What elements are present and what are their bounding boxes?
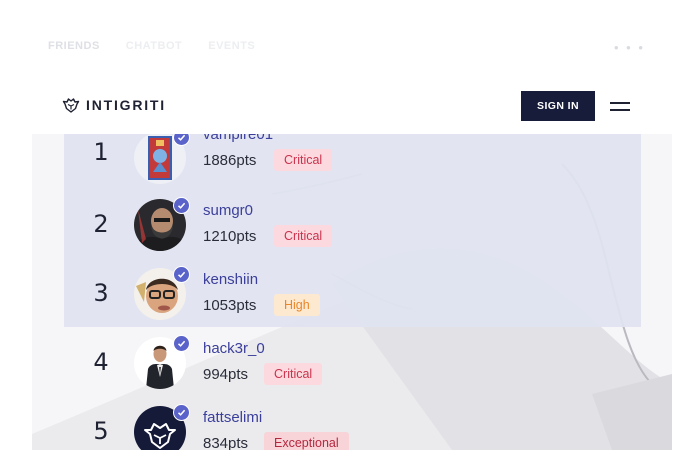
more-options-icon[interactable]: • • • [614,40,645,55]
points-value: 1053pts [203,297,257,314]
leaderboard-row[interactable]: 1 vampire01 1886pts Critical [32,134,672,195]
verified-badge-icon [173,266,190,283]
leaderboard-panel: 1 vampire01 1886pts Critical 2 sumgr0 12… [32,134,672,450]
username-link[interactable]: hack3r_0 [203,340,265,357]
rank-number: 1 [93,138,109,166]
site-header: INTIGRITI SIGN IN [32,88,672,134]
tab-chatbot[interactable]: CHATBOT [126,40,182,52]
intigriti-logo-icon [62,98,80,113]
username-link[interactable]: sumgr0 [203,202,253,219]
tab-events[interactable]: EVENTS [208,40,255,52]
brand-name: INTIGRITI [86,97,166,113]
verified-badge-icon [173,134,190,146]
username-link[interactable]: vampire01 [203,134,273,143]
severity-badge: Critical [274,225,333,247]
points-value: 994pts [203,366,249,383]
rank-number: 4 [93,348,109,376]
points-value: 834pts [203,435,249,450]
rank-number: 2 [93,210,109,238]
leaderboard-row[interactable]: 3 kenshiin 1053pts High [32,264,672,333]
rank-number: 5 [93,417,109,445]
faded-tab-bar: FRIENDS CHATBOT EVENTS [48,40,255,52]
tab-friends[interactable]: FRIENDS [48,40,100,52]
leaderboard-row[interactable]: 4 hack3r_0 994pts Critical [32,333,672,402]
severity-badge: High [274,294,320,316]
rank-number: 3 [93,279,109,307]
verified-badge-icon [173,404,190,421]
severity-badge: Exceptional [264,432,349,450]
severity-badge: Critical [274,149,333,171]
page: FRIENDS CHATBOT EVENTS • • • INTIGRITI S… [0,0,700,452]
leaderboard-row[interactable]: 5 fattselimi 834pts Exceptional [32,402,672,450]
sign-in-button[interactable]: SIGN IN [521,91,595,121]
leaderboard-row[interactable]: 2 sumgr0 1210pts Critical [32,195,672,264]
hamburger-menu-icon[interactable] [610,98,634,114]
severity-badge: Critical [264,363,323,385]
username-link[interactable]: fattselimi [203,409,262,426]
points-value: 1210pts [203,228,257,245]
brand-logo[interactable]: INTIGRITI [62,96,166,114]
username-link[interactable]: kenshiin [203,271,258,288]
verified-badge-icon [173,197,190,214]
points-value: 1886pts [203,152,257,169]
verified-badge-icon [173,335,190,352]
